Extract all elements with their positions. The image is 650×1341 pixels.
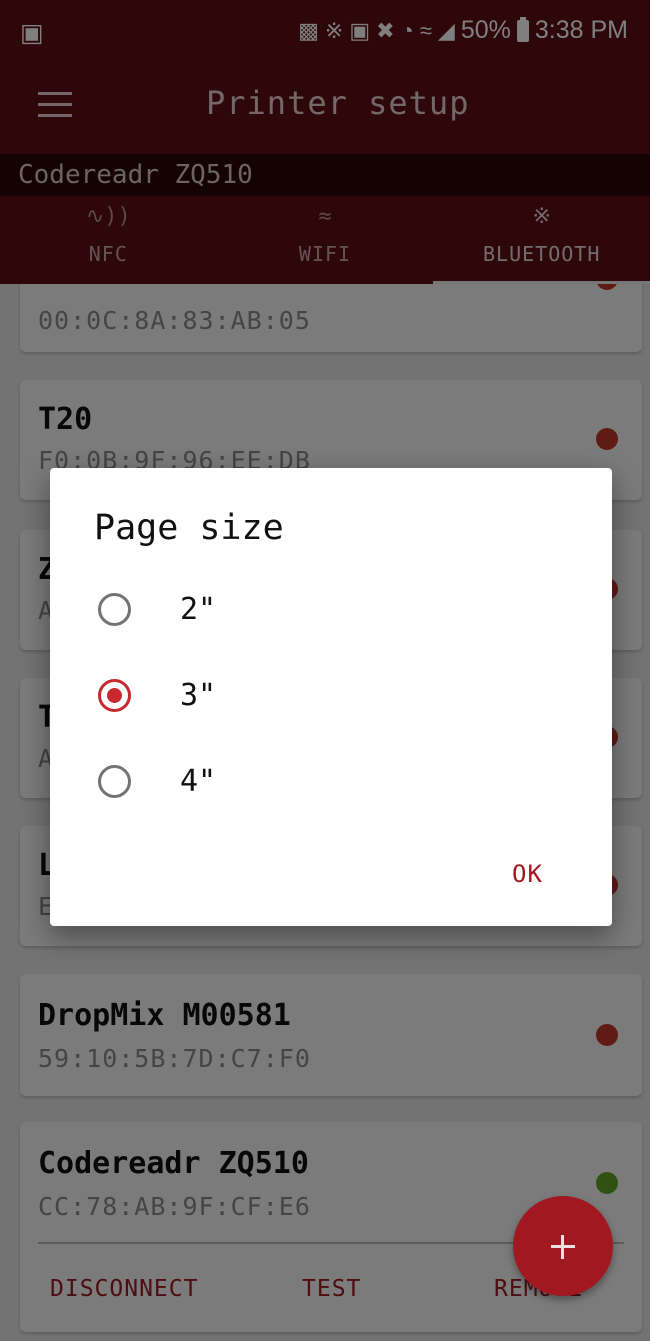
page-size-dialog: Page size 2" 3" 4" OK [50, 468, 612, 926]
option-label: 3" [180, 678, 217, 713]
page-size-option-3[interactable]: 3" [94, 662, 554, 732]
dialog-title: Page size [94, 508, 284, 548]
page-size-option-2[interactable]: 2" [94, 576, 554, 646]
plus-icon-stroke [561, 1235, 564, 1259]
option-label: 4" [180, 764, 217, 799]
page-size-option-4[interactable]: 4" [94, 748, 554, 818]
radio-button-selected[interactable] [98, 679, 131, 712]
radio-button[interactable] [98, 593, 131, 626]
radio-button[interactable] [98, 765, 131, 798]
option-label: 2" [180, 592, 217, 627]
add-printer-button[interactable] [513, 1196, 613, 1296]
ok-button[interactable]: OK [512, 860, 543, 888]
